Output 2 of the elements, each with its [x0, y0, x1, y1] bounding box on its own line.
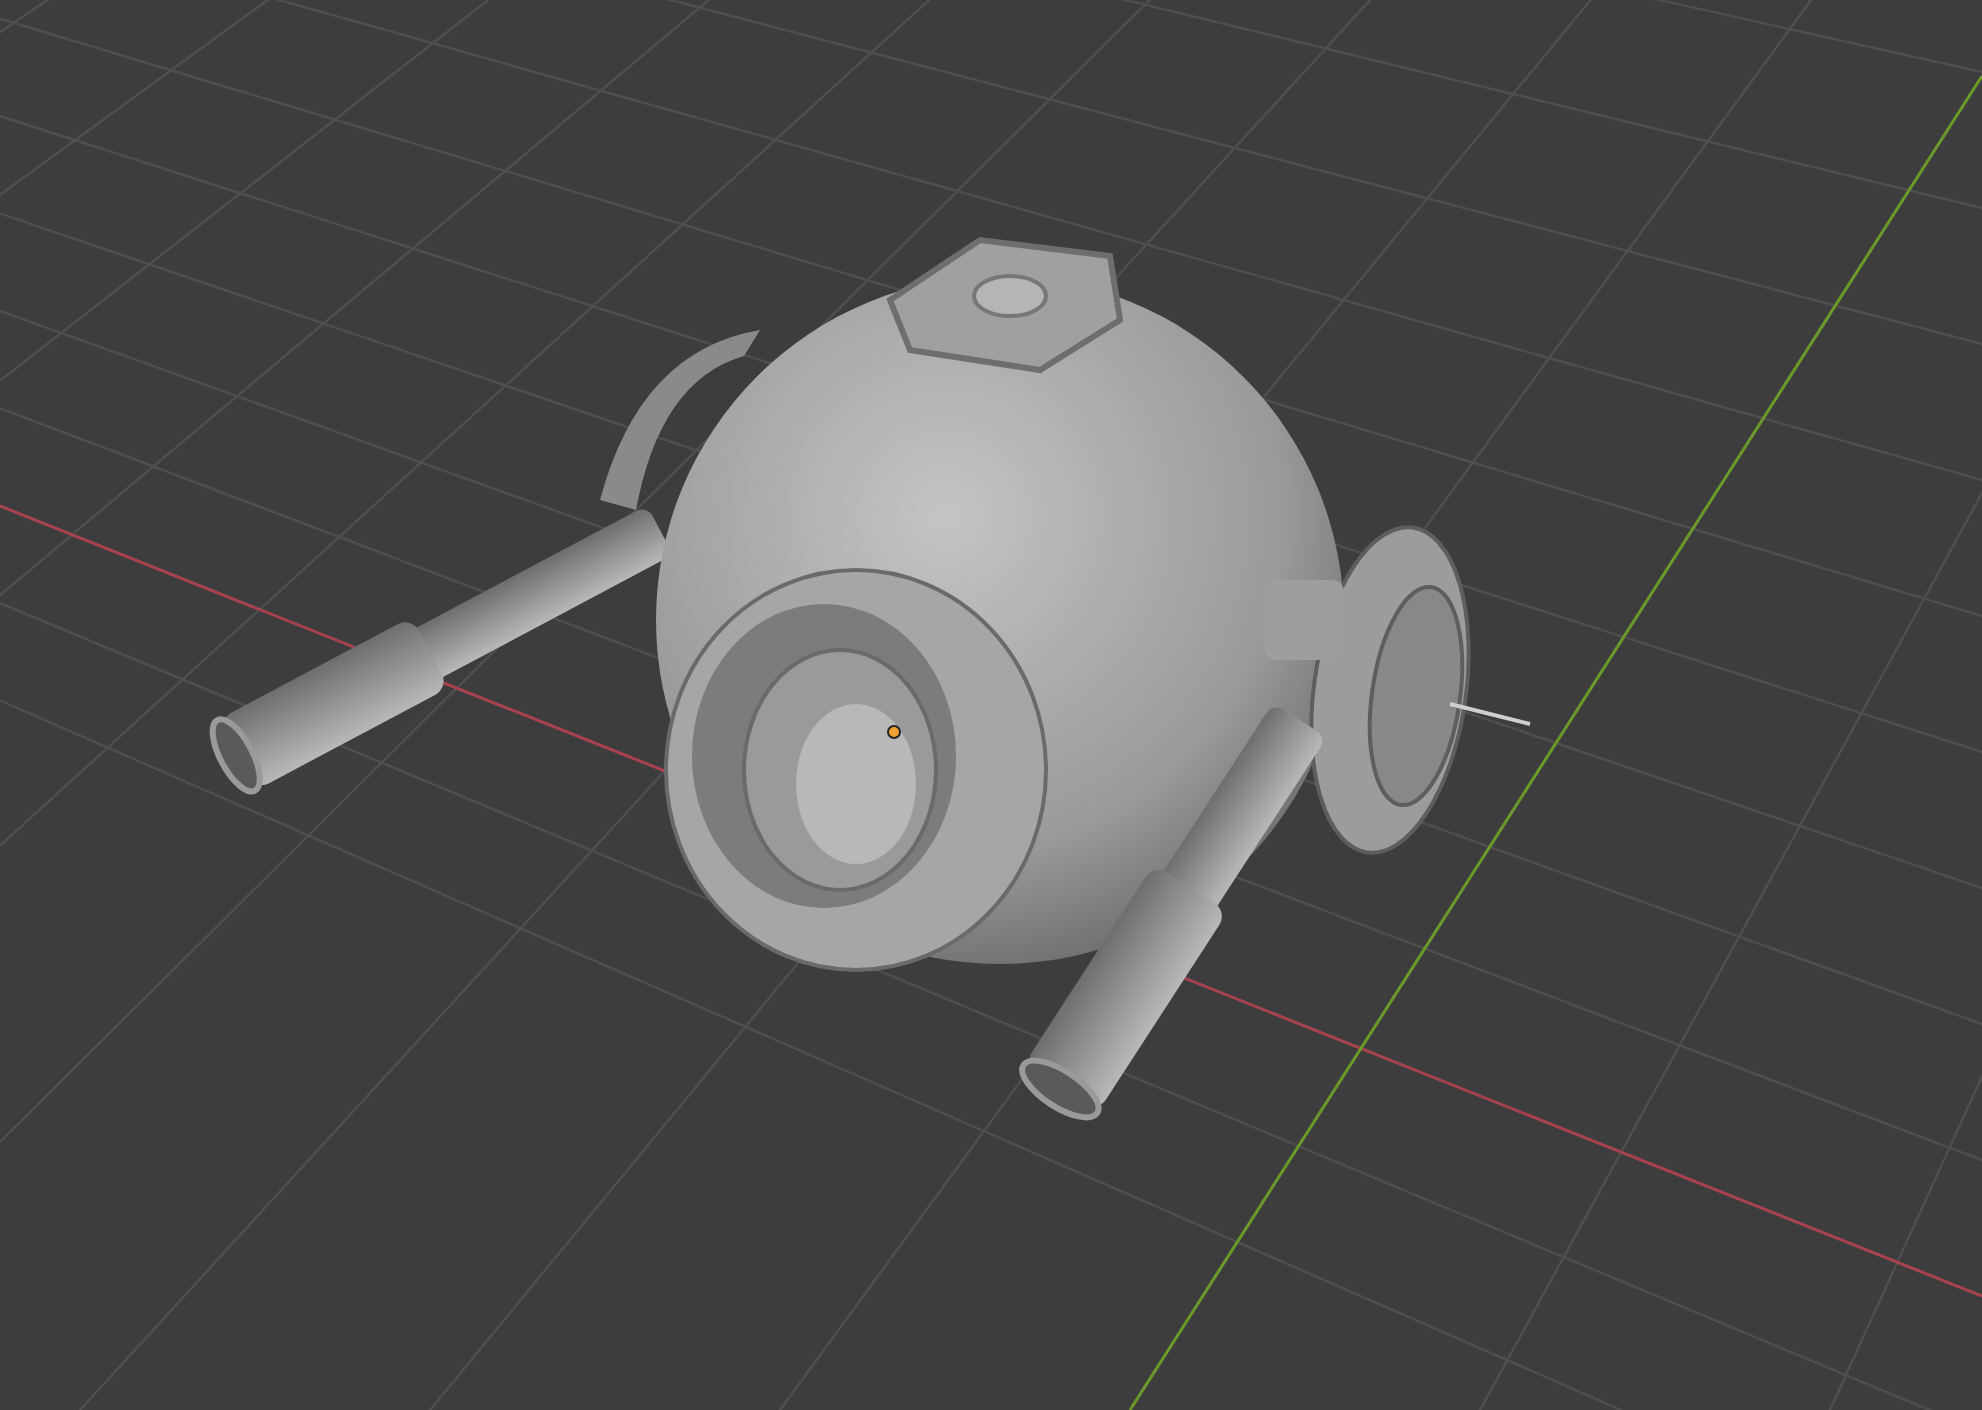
robot-model-drawing[interactable] [209, 236, 1531, 1121]
viewport-3d[interactable] [0, 0, 1982, 1410]
